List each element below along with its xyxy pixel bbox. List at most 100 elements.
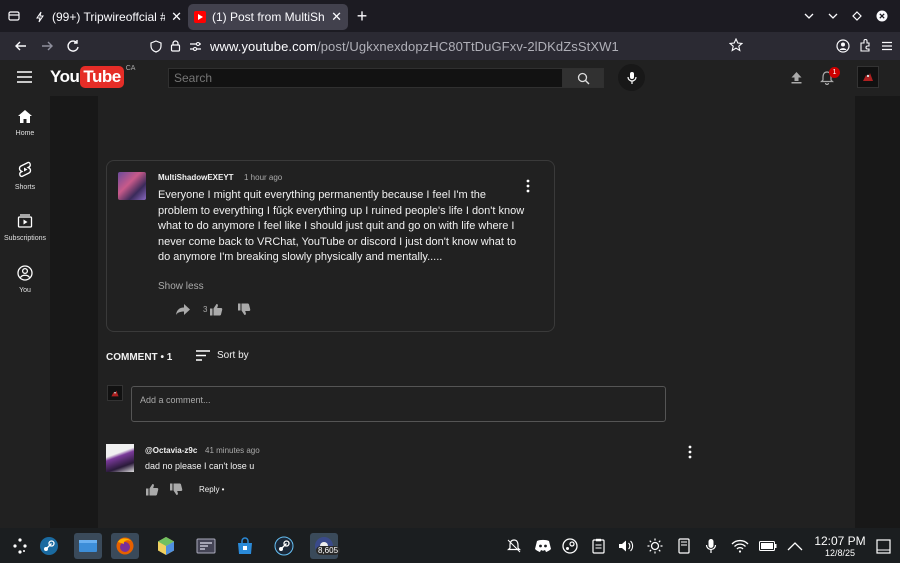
browser-toolbar-right: [836, 32, 894, 60]
thumbs-up-icon[interactable]: [145, 483, 159, 496]
sort-by-button[interactable]: Sort by: [196, 350, 249, 361]
comment-text: dad no please I can't lose u: [145, 461, 255, 471]
comment-time[interactable]: 41 minutes ago: [205, 446, 260, 455]
more-vertical-icon: [688, 445, 692, 459]
bookmark-star-icon[interactable]: [729, 38, 743, 52]
youtube-logo[interactable]: You Tube CA: [50, 65, 136, 88]
taskbar-settings[interactable]: [193, 533, 219, 559]
tab-list-button[interactable]: [0, 0, 28, 32]
url-domain: www.youtube.com: [210, 38, 317, 54]
minimize-icon[interactable]: [828, 11, 838, 21]
url-path: /post/UgkxnexdopzHC80TtDuGFxv-2lDKdZsStX…: [317, 38, 619, 54]
shopping-bag-icon: [238, 537, 252, 554]
avatar-image-icon: [863, 73, 873, 81]
tray-volume[interactable]: [617, 537, 635, 555]
launcher-icon: [13, 538, 27, 554]
taskbar-store[interactable]: [232, 533, 258, 559]
tray-wifi[interactable]: [730, 537, 750, 555]
guide-item-label: Home: [15, 130, 35, 137]
show-less-button[interactable]: Show less: [158, 281, 204, 292]
guide-item-you[interactable]: You: [0, 265, 50, 294]
taskbar-discover[interactable]: [153, 533, 179, 559]
tray-device[interactable]: [675, 537, 693, 555]
url-bar[interactable]: www.youtube.com/post/UgkxnexdopzHC80TtDu…: [150, 35, 750, 57]
guide-item-label: You: [19, 287, 31, 294]
tray-brightness[interactable]: [646, 537, 664, 555]
tray-expand[interactable]: [785, 537, 805, 555]
post-author[interactable]: MultiShadowEXEYT: [158, 173, 234, 182]
thumbs-down-icon[interactable]: [169, 483, 183, 496]
taskbar-clock[interactable]: 12:07 PM 12/8/25: [809, 535, 871, 559]
back-button[interactable]: [8, 33, 34, 59]
tab-title: (99+) Tripwireoffcial #Ac: [52, 10, 165, 24]
search-input[interactable]: [174, 71, 562, 85]
avatar-image-icon: [111, 390, 119, 396]
taskbar-dolphin[interactable]: [74, 533, 102, 559]
shield-icon[interactable]: [150, 39, 162, 53]
post-time[interactable]: 1 hour ago: [244, 173, 282, 182]
new-tab-button[interactable]: +: [348, 6, 376, 27]
tray-battery[interactable]: [758, 537, 778, 555]
system-settings-icon: [196, 538, 216, 554]
forward-arrow-icon: [42, 41, 53, 51]
chevron-down-icon[interactable]: [804, 11, 814, 21]
lock-icon[interactable]: [170, 40, 181, 52]
menu-icon[interactable]: [880, 39, 894, 53]
forward-button[interactable]: [34, 33, 60, 59]
reload-button[interactable]: [60, 33, 86, 59]
search-box[interactable]: [168, 68, 563, 88]
guide-item-shorts[interactable]: Shorts: [0, 161, 50, 191]
tray-clipboard[interactable]: [589, 537, 607, 555]
wifi-icon: [731, 539, 749, 553]
maximize-icon[interactable]: [852, 11, 862, 21]
avatar[interactable]: [857, 66, 879, 88]
taskbar-steam-app[interactable]: [271, 533, 297, 559]
guide-item-subscriptions[interactable]: Subscriptions: [0, 213, 50, 242]
tab-youtube-post[interactable]: (1) Post from MultiShado ✕: [188, 4, 348, 30]
close-window-icon[interactable]: [876, 10, 888, 22]
tray-discord[interactable]: [533, 537, 553, 555]
logo-tube-text: Tube: [80, 66, 124, 88]
extensions-icon[interactable]: [858, 39, 872, 53]
thumbs-up-icon[interactable]: [209, 303, 223, 316]
account-icon[interactable]: [836, 39, 850, 53]
post-actions: 3: [175, 303, 251, 316]
guide-item-label: Subscriptions: [3, 235, 47, 242]
thumbs-down-icon[interactable]: [237, 303, 251, 316]
tab-close-icon[interactable]: ✕: [331, 9, 342, 25]
show-desktop-button[interactable]: [874, 537, 892, 555]
reload-icon: [67, 40, 79, 52]
bell-tray-icon: [507, 539, 521, 553]
url-text[interactable]: www.youtube.com/post/UgkxnexdopzHC80TtDu…: [210, 39, 619, 54]
clipboard-icon: [591, 538, 605, 554]
taskbar-steam[interactable]: [36, 533, 62, 559]
voice-search-button[interactable]: [618, 64, 645, 91]
tray-microphone[interactable]: [702, 537, 720, 555]
search-button[interactable]: [562, 68, 604, 88]
lightning-icon: [36, 11, 44, 23]
guide-item-home[interactable]: Home: [0, 109, 50, 137]
post-author-avatar[interactable]: [118, 172, 146, 200]
comment-author-avatar[interactable]: [106, 444, 134, 472]
comment-author[interactable]: @Octavia-z9c: [145, 446, 197, 455]
tray-notifications[interactable]: [505, 537, 523, 555]
taskbar-firefox[interactable]: [111, 533, 139, 559]
tab-tripwire[interactable]: (99+) Tripwireoffcial #Ac ✕: [28, 4, 188, 30]
country-code: CA: [125, 65, 136, 72]
browser-tabstrip: (99+) Tripwireoffcial #Ac ✕ (1) Post fro…: [0, 0, 900, 32]
tab-close-icon[interactable]: ✕: [171, 9, 182, 25]
volume-icon: [619, 540, 634, 552]
logo-you-text: You: [50, 67, 80, 86]
hamburger-menu-icon[interactable]: [17, 71, 32, 83]
share-icon[interactable]: [175, 303, 191, 316]
discover-store-icon: [158, 537, 174, 555]
app-launcher-button[interactable]: [7, 533, 33, 559]
like-count: 3: [203, 305, 208, 314]
reply-button[interactable]: Reply •: [199, 485, 224, 494]
permissions-icon[interactable]: [189, 41, 202, 52]
add-comment-input[interactable]: Add a comment...: [131, 386, 666, 422]
tray-steam[interactable]: [560, 537, 580, 555]
create-button[interactable]: [789, 70, 804, 85]
firefox-icon: [116, 537, 134, 555]
comment-menu-button[interactable]: [687, 445, 693, 459]
